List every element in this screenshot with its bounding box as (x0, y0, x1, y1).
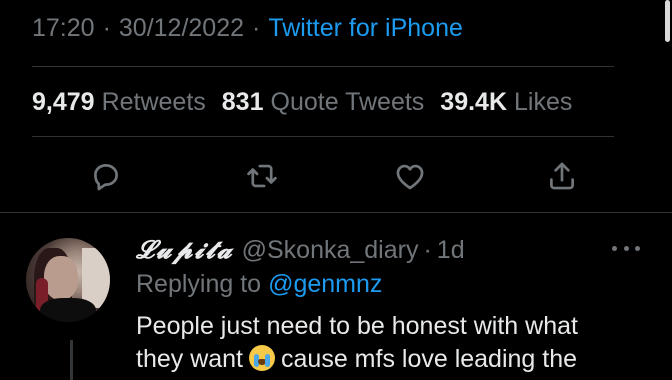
retweet-icon (247, 164, 277, 188)
tweet-stats: 9,479 Retweets 831 Quote Tweets 39.4K Li… (32, 84, 588, 120)
retweets-stat[interactable]: 9,479 Retweets (32, 88, 206, 117)
reply-separator: · (423, 235, 432, 264)
tweet-actions (0, 152, 672, 200)
replying-to-mention[interactable]: @genmnz (268, 270, 382, 299)
more-dot (635, 245, 640, 251)
reply-button[interactable] (82, 152, 130, 200)
reply-text-segment: cause mfs love leading the (281, 345, 578, 373)
tweet-date: 30/12/2022 (118, 13, 245, 42)
tweet-meta: 17:20 · 30/12/2022 · Twitter for iPhone (32, 10, 463, 46)
scrollbar[interactable] (665, 0, 670, 42)
more-options-icon[interactable] (612, 240, 640, 256)
reply-text: People just need to be honest with what … (136, 310, 656, 376)
reply-display-name[interactable]: 𝓛𝓾𝓹𝓲𝓽𝓪 (136, 235, 234, 265)
meta-separator: · (252, 13, 261, 42)
divider (0, 212, 672, 213)
reply-text-segment: they want (136, 345, 244, 373)
heart-icon (396, 164, 424, 190)
reply-header: 𝓛𝓾𝓹𝓲𝓽𝓪 @Skonka_diary · 1d (136, 232, 465, 268)
reply-text-line: People just need to be honest with what (136, 312, 578, 340)
quote-tweets-label: Quote Tweets (270, 87, 425, 116)
likes-label: Likes (514, 87, 573, 116)
retweets-label: Retweets (101, 87, 206, 116)
reply-text-line: they want cause mfs love leading the (136, 343, 656, 376)
share-icon (550, 162, 574, 190)
tweet-source-link[interactable]: Twitter for iPhone (268, 14, 463, 43)
reply-handle[interactable]: @Skonka_diary (242, 236, 419, 265)
quote-tweets-count: 831 (221, 87, 264, 116)
reply-time[interactable]: 1d (437, 236, 465, 265)
thread-line (70, 340, 73, 380)
avatar-background (82, 248, 110, 308)
share-button[interactable] (538, 152, 586, 200)
quote-tweets-stat[interactable]: 831 Quote Tweets (222, 88, 425, 117)
retweet-button[interactable] (238, 152, 286, 200)
retweets-count: 9,479 (32, 87, 95, 116)
replying-to-label: Replying to (136, 269, 262, 298)
avatar[interactable] (26, 238, 110, 322)
avatar-shirt (40, 298, 96, 322)
likes-stat[interactable]: 39.4K Likes (440, 88, 572, 117)
emoji-mouth (258, 359, 267, 365)
replying-to: Replying to @genmnz (136, 266, 382, 302)
loudly-crying-face-icon (249, 345, 276, 371)
tweet-time: 17:20 (32, 13, 95, 42)
divider (32, 66, 614, 67)
divider (32, 136, 614, 137)
more-dot (612, 245, 617, 251)
likes-count: 39.4K (440, 87, 508, 116)
avatar-face (44, 256, 78, 300)
more-dot (623, 245, 629, 251)
meta-separator: · (102, 13, 111, 42)
like-button[interactable] (386, 152, 434, 200)
reply-icon (94, 164, 118, 191)
